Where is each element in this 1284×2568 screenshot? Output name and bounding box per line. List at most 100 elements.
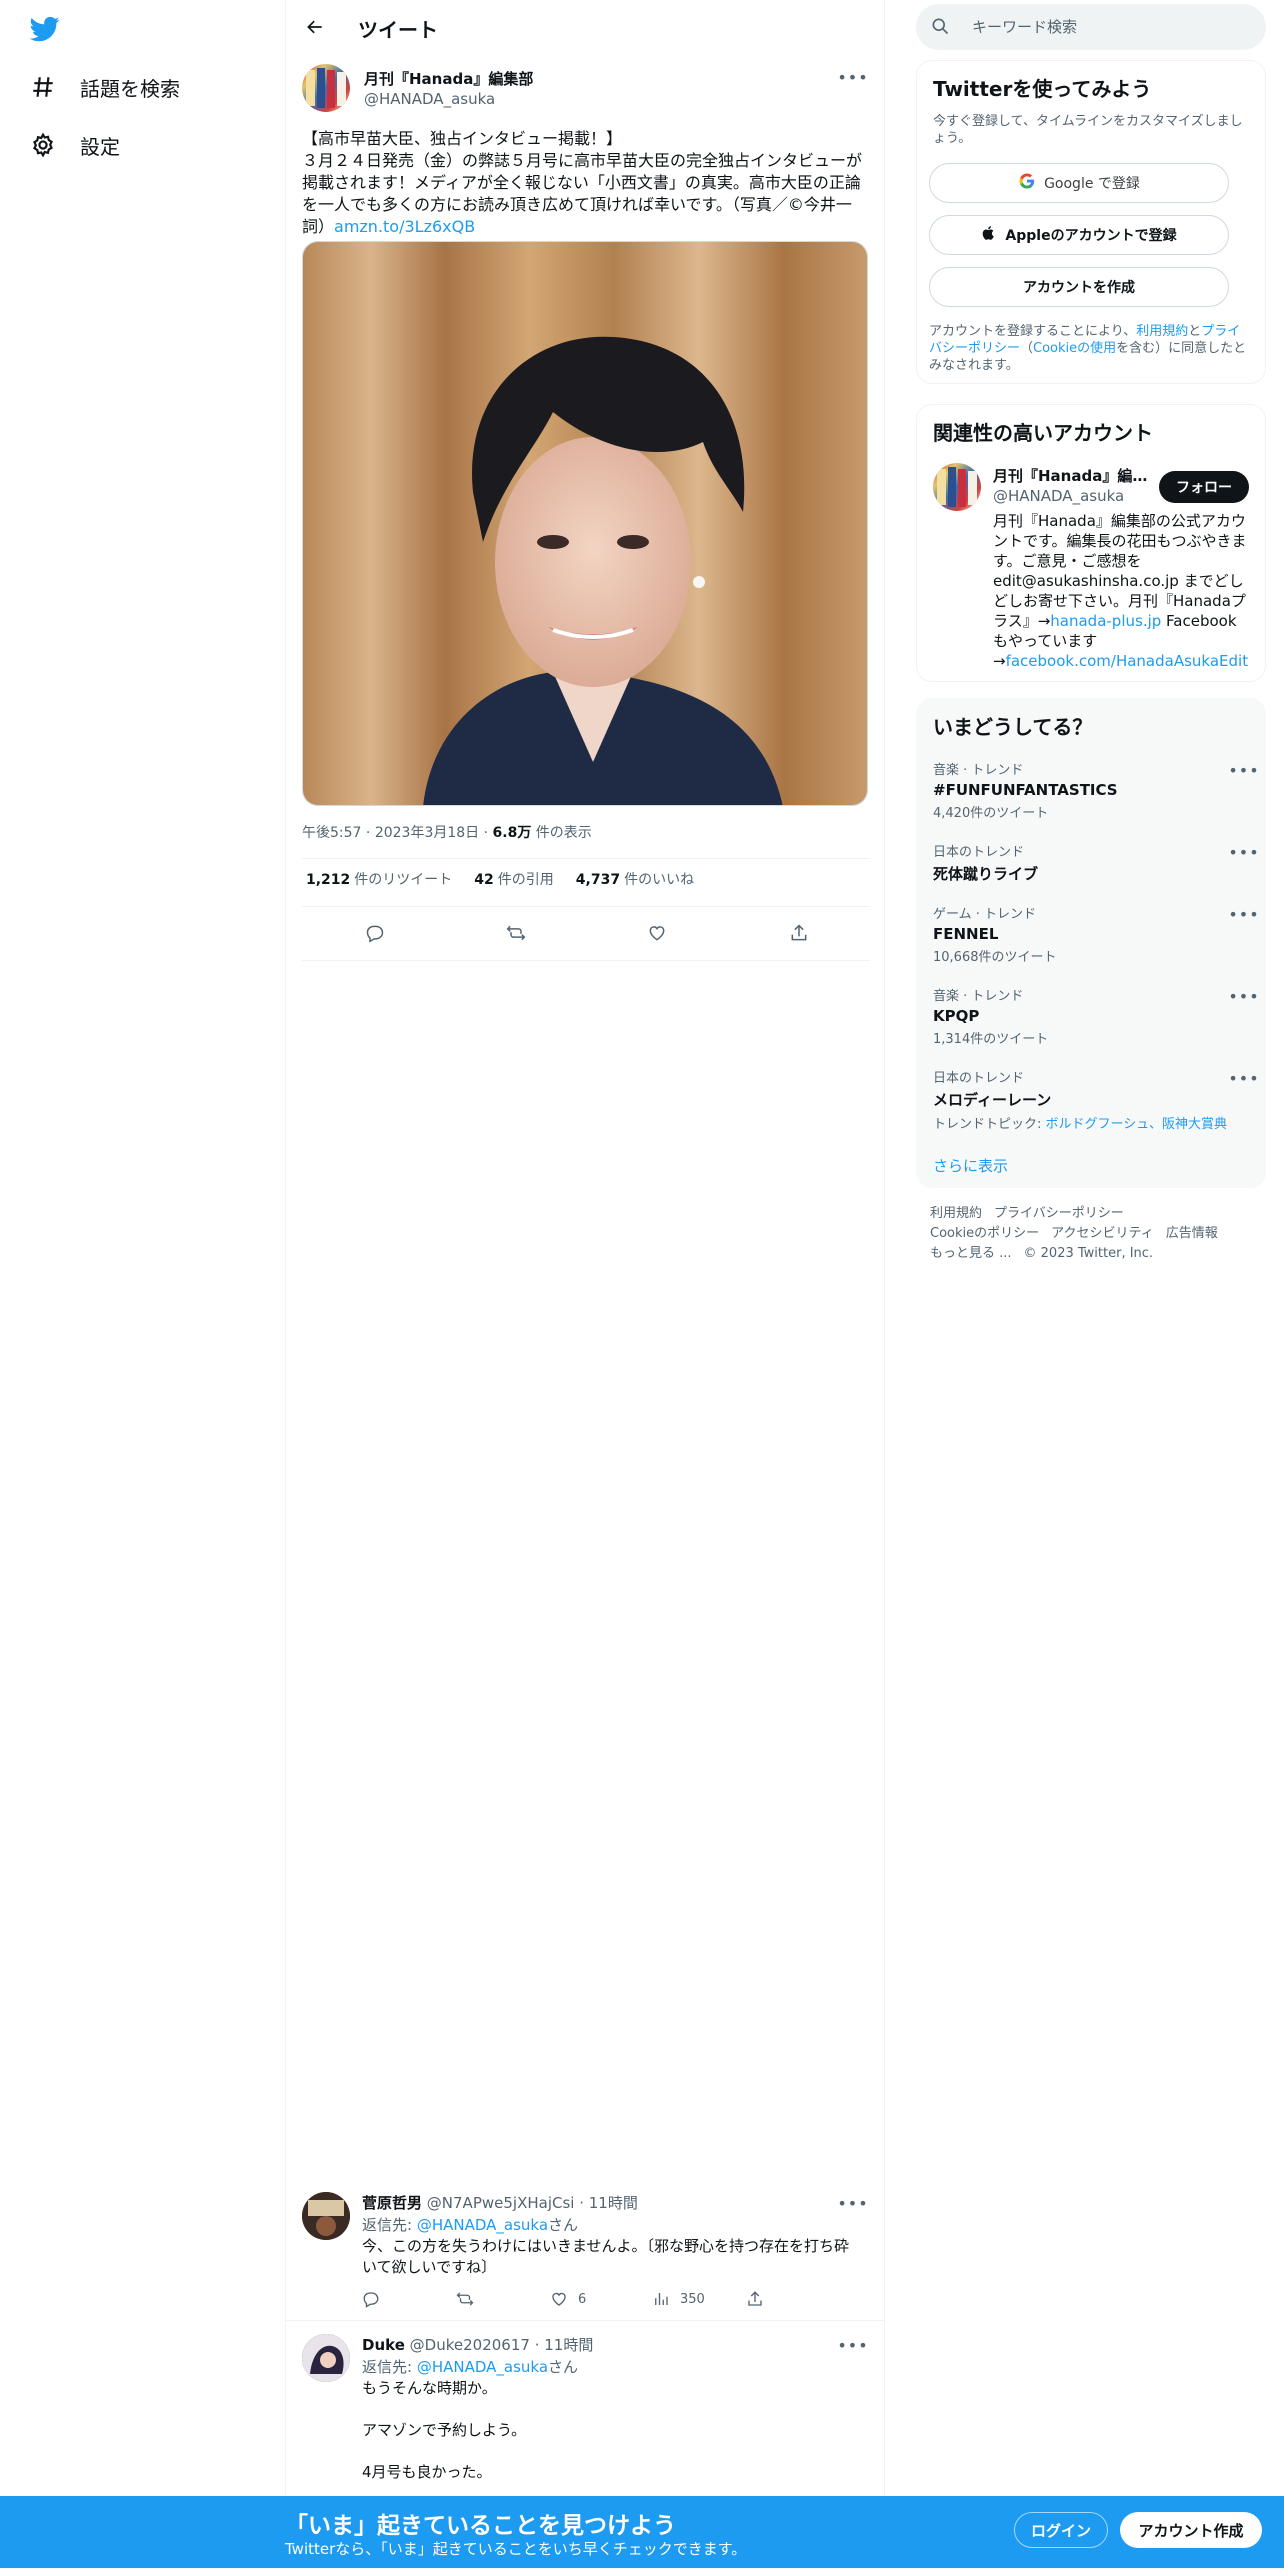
apple-icon <box>981 224 997 246</box>
reply-time[interactable]: 11時間 <box>589 2194 638 2212</box>
more-options-icon[interactable]: ••• <box>837 66 867 88</box>
page-title: ツイート <box>358 18 438 42</box>
trend-item[interactable]: 音楽 · トレンド KPQP 1,314件のツイート ••• <box>933 985 1259 1048</box>
like-icon[interactable]: 6 <box>550 2290 586 2308</box>
signup-button[interactable]: アカウント作成 <box>1120 2512 1262 2548</box>
share-icon[interactable] <box>746 2290 764 2308</box>
twitter-bird-icon[interactable] <box>28 14 62 44</box>
more-options-icon[interactable]: ••• <box>1228 985 1258 1007</box>
cookie-link[interactable]: Cookieの使用 <box>1033 341 1116 356</box>
trend-name: KPQP <box>933 1007 980 1025</box>
reply-author-handle[interactable]: @N7APwe5jXHajCsi <box>427 2194 575 2212</box>
more-options-icon[interactable]: ••• <box>837 2192 867 2214</box>
related-account-name[interactable]: 月刊『Hanada』編集... <box>993 465 1153 486</box>
trend-item[interactable]: 音楽 · トレンド #FUNFUNFANTASTICS 4,420件のツイート … <box>933 759 1259 822</box>
retweet-count[interactable]: 1,212 件のリツイート <box>306 869 452 889</box>
reply-icon[interactable] <box>362 2290 380 2308</box>
retweet-icon[interactable] <box>456 2290 474 2308</box>
author-handle[interactable]: @HANADA_asuka <box>364 90 495 108</box>
footer-link[interactable]: もっと見る ... <box>930 1246 1012 1261</box>
like-icon[interactable] <box>640 916 674 950</box>
avatar[interactable] <box>302 64 350 112</box>
tweet-link[interactable]: amzn.to/3Lz6xQB <box>334 217 475 236</box>
banner-subtitle: Twitterなら、「いま」起きていることをいち早くチェックできます。 <box>285 2540 747 2558</box>
trend-item[interactable]: ゲーム · トレンド FENNEL 10,668件のツイート ••• <box>933 903 1259 966</box>
search-input[interactable] <box>972 14 1252 40</box>
back-arrow-icon[interactable] <box>298 10 332 44</box>
login-button[interactable]: ログイン <box>1014 2512 1108 2548</box>
trend-context: 日本のトレンド <box>933 845 1025 860</box>
follow-button[interactable]: フォロー <box>1159 471 1249 503</box>
tweet-time[interactable]: 午後5:57 <box>302 825 361 841</box>
reply-author-name[interactable]: Duke <box>362 2336 405 2354</box>
divider <box>286 2320 884 2321</box>
more-options-icon[interactable]: ••• <box>1228 1067 1258 1089</box>
like-count: 6 <box>578 2291 587 2307</box>
footer-link[interactable]: Cookieのポリシー <box>930 1226 1039 1241</box>
google-signup-button[interactable]: Google で登録 <box>929 163 1229 203</box>
author-name[interactable]: 月刊『Hanada』編集部 <box>364 68 533 89</box>
tweet-date[interactable]: 2023年3月18日 <box>375 825 479 841</box>
terms-link[interactable]: 利用規約 <box>1136 324 1188 339</box>
views-icon[interactable]: 350 <box>652 2290 705 2308</box>
footer-link[interactable]: 広告情報 <box>1166 1226 1218 1241</box>
reply-author-handle[interactable]: @Duke2020617 <box>410 2336 530 2354</box>
related-account-handle[interactable]: @HANADA_asuka <box>993 487 1124 505</box>
trend-item[interactable]: 日本のトレンド 死体蹴りライブ ••• <box>933 841 1259 884</box>
more-options-icon[interactable]: ••• <box>1228 759 1258 781</box>
retweet-icon[interactable] <box>499 916 533 950</box>
create-account-button[interactable]: アカウントを作成 <box>929 267 1229 307</box>
tweet-photo[interactable] <box>302 241 868 806</box>
search-bar[interactable] <box>916 4 1266 50</box>
related-title: 関連性の高いアカウント <box>933 421 1153 445</box>
reply-time[interactable]: 11時間 <box>544 2336 593 2354</box>
tweet-stats: 1,212 件のリツイート 42 件の引用 4,737 件のいいね <box>306 869 694 889</box>
avatar[interactable] <box>302 2192 350 2240</box>
trend-context: ゲーム · トレンド <box>933 907 1037 922</box>
footer-link[interactable]: 利用規約 <box>930 1206 982 1221</box>
more-options-icon[interactable]: ••• <box>1228 841 1258 863</box>
reply-to-link[interactable]: @HANADA_asuka <box>417 2358 548 2376</box>
tweet-author[interactable]: 月刊『Hanada』編集部 @HANADA_asuka <box>302 64 533 112</box>
signup-card: Twitterを使ってみよう 今すぐ登録して、タイムラインをカスタマイズしましょ… <box>916 60 1266 384</box>
reply-tweet[interactable]: 菅原哲男 @N7APwe5jXHajCsi · 11時間 ••• 返信先: @H… <box>302 2192 870 2318</box>
reply-header: Duke @Duke2020617 · 11時間 <box>362 2336 594 2354</box>
like-count[interactable]: 4,737 件のいいね <box>576 869 694 889</box>
avatar[interactable] <box>933 463 981 511</box>
copyright: © 2023 Twitter, Inc. <box>1023 1246 1154 1261</box>
footer-link[interactable]: アクセシビリティ <box>1051 1226 1154 1241</box>
avatar[interactable] <box>302 2334 350 2382</box>
trend-item[interactable]: 日本のトレンド メロディーレーン トレンドトピック: ボルドグフーシュ、阪神大賞… <box>933 1067 1259 1133</box>
bio-link[interactable]: hanada-plus.jp <box>1050 612 1161 630</box>
reply-icon[interactable] <box>358 916 392 950</box>
trend-topic-link[interactable]: ボルドグフーシュ、阪神大賞典 <box>1046 1117 1227 1132</box>
banner-title: 「いま」起きていることを見つけよう <box>285 2513 676 2539</box>
trends-card: いまどうしてる？ 音楽 · トレンド #FUNFUNFANTASTICS 4,4… <box>916 698 1266 1188</box>
more-options-icon[interactable]: ••• <box>1228 903 1258 925</box>
show-more-link[interactable]: さらに表示 <box>933 1155 1008 1176</box>
reply-tweet[interactable]: Duke @Duke2020617 · 11時間 ••• 返信先: @HANAD… <box>302 2334 870 2494</box>
apple-signup-button[interactable]: Appleのアカウントで登録 <box>929 215 1229 255</box>
quote-count[interactable]: 42 件の引用 <box>474 869 553 889</box>
reply-to-link[interactable]: @HANADA_asuka <box>417 2216 548 2234</box>
bio-link[interactable]: facebook.com/HanadaAsukaEdit <box>1006 652 1249 670</box>
trend-context: 音楽 · トレンド <box>933 763 1024 778</box>
reply-author-name[interactable]: 菅原哲男 <box>362 2194 422 2212</box>
nav-explore[interactable]: 話題を検索 <box>28 67 180 107</box>
divider <box>302 858 870 859</box>
divider <box>302 960 870 961</box>
page-header: ツイート <box>286 0 886 54</box>
trend-count: 1,314件のツイート <box>933 1032 1049 1047</box>
trend-name: FENNEL <box>933 925 999 943</box>
nav-settings[interactable]: 設定 <box>28 125 120 165</box>
more-options-icon[interactable]: ••• <box>837 2334 867 2356</box>
related-account-bio: 月刊『Hanada』編集部の公式アカウントです。編集長の花田もつぶやきます。ご意… <box>993 512 1249 670</box>
share-icon[interactable] <box>782 916 816 950</box>
nav-settings-label: 設定 <box>80 134 120 159</box>
footer-link[interactable]: プライバシーポリシー <box>994 1206 1124 1221</box>
trend-context: 日本のトレンド <box>933 1071 1025 1086</box>
login-banner: 「いま」起きていることを見つけよう Twitterなら、「いま」起きていることを… <box>0 2496 1284 2568</box>
trend-name: 死体蹴りライブ <box>933 865 1039 883</box>
nav-explore-label: 話題を検索 <box>80 76 180 101</box>
tweet-views-label: 件の表示 <box>535 825 592 841</box>
